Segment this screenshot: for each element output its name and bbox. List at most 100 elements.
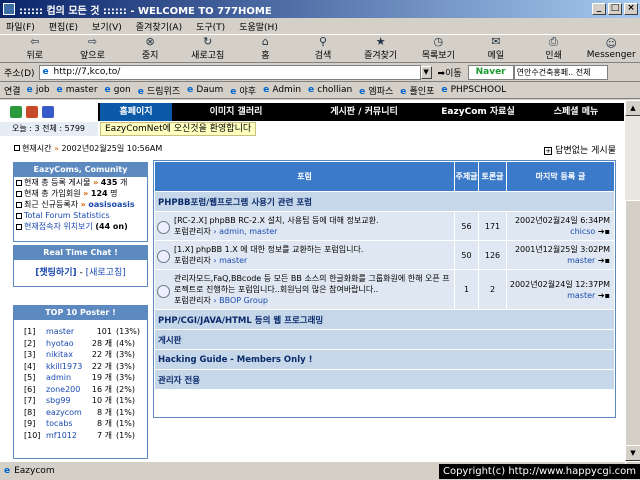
scroll-thumb[interactable]: [625, 200, 640, 480]
page-content: 홈페이지 이미지 갤러리 게시판 / 커뮤니티 EazyCom 자료실 스페셜 …: [0, 100, 624, 461]
copyright-watermark: Copyright(c) http://www.happycgi.com: [438, 464, 640, 479]
forum-description[interactable]: [RC-2.X] phpBB RC-2.X 설치, 사용팁 등에 대해 정보교환…: [174, 215, 379, 226]
poster-name[interactable]: admin: [46, 372, 90, 384]
poster-name[interactable]: zone200: [46, 384, 90, 396]
forward-button[interactable]: ⇨ 앞으로: [64, 36, 122, 62]
link-chollian[interactable]: chollian: [308, 85, 352, 95]
menu-edit[interactable]: 편집(E): [49, 20, 78, 33]
poster-name[interactable]: hyotao: [46, 338, 90, 350]
favorites-button[interactable]: ★ 즐겨찾기: [352, 36, 410, 62]
ie-icon: [3, 3, 15, 15]
category-board[interactable]: 게시판: [154, 329, 615, 350]
scroll-up-icon[interactable]: ▲: [625, 100, 640, 116]
chat-box: Real Time Chat ! [챗팅하기] - [새로고침]: [13, 245, 148, 287]
goto-post-icon[interactable]: ➔▪: [598, 256, 610, 265]
minimize-button[interactable]: _: [592, 3, 606, 15]
link-daum[interactable]: Daum: [187, 85, 223, 95]
refresh-button[interactable]: ↻ 새로고침: [179, 36, 237, 62]
link-yahoo[interactable]: 야후: [230, 84, 257, 97]
search-icon: ⚲: [318, 35, 328, 48]
stat-forum-link[interactable]: Total Forum Statistics: [14, 210, 147, 221]
mail-icon[interactable]: [26, 106, 38, 118]
poster-name[interactable]: tocabs: [46, 418, 90, 430]
status-text: Eazycom: [14, 466, 55, 476]
poster-name[interactable]: mf1012: [46, 430, 90, 442]
naver-search-input[interactable]: 연안수건축홍페.. 전체: [513, 64, 608, 80]
chat-link[interactable]: [챗팅하기]: [35, 268, 76, 278]
category-hacking[interactable]: Hacking Guide - Members Only !: [154, 349, 615, 370]
moderator-link[interactable]: BBOP Group: [219, 296, 268, 305]
poster-name[interactable]: eazycom: [46, 407, 90, 419]
last-post: 2001년12월25일 3:02PM master ➔▪: [506, 240, 615, 270]
close-button[interactable]: ×: [624, 3, 638, 15]
search-button[interactable]: ⚲ 검색: [294, 35, 352, 62]
refresh-link[interactable]: [새로고침]: [86, 268, 126, 278]
mail-button[interactable]: ✉ 메일: [467, 35, 525, 62]
last-poster-link[interactable]: chicso: [570, 227, 595, 236]
mail-icon: ✉: [491, 35, 501, 48]
address-dropdown-icon[interactable]: ▼: [420, 65, 432, 79]
history-icon: ◷: [433, 35, 444, 48]
poster-name[interactable]: master: [46, 326, 90, 338]
moderator-link[interactable]: master: [219, 256, 247, 265]
link-admin[interactable]: Admin: [263, 85, 301, 95]
link-job[interactable]: job: [27, 85, 50, 95]
print-button[interactable]: ⎙ 인쇄: [525, 36, 583, 62]
poster-name[interactable]: kkill1973: [46, 361, 90, 373]
vertical-scrollbar[interactable]: ▲ ▼: [624, 100, 640, 480]
square-icon: [16, 224, 22, 230]
naver-logo: Naver: [467, 64, 514, 80]
link-empas[interactable]: 엠파스: [359, 84, 393, 97]
messenger-button[interactable]: ☺ Messenger: [582, 37, 640, 60]
last-poster-link[interactable]: master: [567, 291, 595, 300]
poster-row: [10] mf1012 7 개 (1%): [24, 430, 135, 442]
nav-downloads[interactable]: EazyCom 자료실: [428, 103, 528, 121]
history-button[interactable]: ◷ 목록보기: [409, 35, 467, 62]
moderator-link[interactable]: admin, master: [219, 227, 277, 236]
link-dreamwiz[interactable]: 드림위즈: [138, 84, 180, 97]
category-webprog[interactable]: PHP/CGI/JAVA/HTML 등의 웹 프로그래밍: [154, 309, 615, 330]
go-button[interactable]: ➡이동: [438, 66, 462, 79]
nav-special[interactable]: 스페셜 메뉴: [528, 103, 624, 121]
link-master[interactable]: master: [57, 85, 98, 95]
menu-file[interactable]: 파일(F): [6, 20, 35, 33]
link-gon[interactable]: gon: [105, 85, 131, 95]
link-pollinfo[interactable]: 폴인포: [400, 84, 435, 97]
stat-online-link[interactable]: 현재접속자 위치보기 (44 on): [14, 221, 147, 232]
community-box: EazyComs, Comunity 현재 총 등록 게시물 » 435 개 현…: [13, 162, 148, 242]
home-icon[interactable]: [10, 106, 22, 118]
forum-description[interactable]: 관리자모드,FaQ,BBcode 등 모든 BB 소스의 한글화화를 그룹화원에…: [174, 273, 452, 295]
home-button[interactable]: ⌂ 홈: [237, 36, 295, 62]
stop-button[interactable]: ⊗ 중지: [121, 36, 179, 62]
menu-view[interactable]: 보기(V): [92, 20, 122, 33]
last-poster-link[interactable]: master: [567, 256, 595, 265]
goto-post-icon[interactable]: ➔▪: [598, 227, 610, 236]
community-title: EazyComs, Comunity: [14, 163, 147, 177]
poster-name[interactable]: nikitax: [46, 349, 90, 361]
square-icon: [16, 202, 22, 208]
nav-board[interactable]: 게시판 / 커뮤니티: [300, 103, 428, 121]
scroll-down-icon[interactable]: ▼: [625, 445, 640, 461]
newest-user-link[interactable]: oasisoasis: [88, 200, 134, 209]
category-phpbb[interactable]: PHPBB포럼/웹프로그램 사용기 관련 포럼: [154, 191, 615, 212]
forum-row: [1.X] phpBB 1.X 에 대한 정보를 교환하는 포럼입니다. 포럼관…: [154, 240, 615, 270]
menu-tools[interactable]: 도구(T): [196, 20, 225, 33]
category-admin[interactable]: 관리자 전용: [154, 369, 615, 390]
menu-favorites[interactable]: 즐겨찾기(A): [136, 20, 182, 33]
reply-count: 171: [478, 211, 507, 241]
back-button[interactable]: ⇦ 뒤로: [6, 36, 64, 62]
top-posters-box: TOP 10 Poster ! [1] master 101 개 (13%) [2] h…: [13, 305, 148, 459]
link-phpschool[interactable]: PHPSCHOOL: [441, 85, 507, 95]
unanswered-link[interactable]: + 답변없는 게시물: [544, 143, 616, 156]
stat-newest: 최근 신규등록자 » oasisoasis: [14, 199, 147, 210]
bookmark-icon[interactable]: [42, 106, 54, 118]
nav-home[interactable]: 홈페이지: [100, 103, 172, 121]
goto-post-icon[interactable]: ➔▪: [598, 291, 610, 300]
forum-description[interactable]: [1.X] phpBB 1.X 에 대한 정보를 교환하는 포럼입니다.: [174, 244, 363, 255]
poster-name[interactable]: sbg99: [46, 395, 90, 407]
forum-table: 포럼 주제글 토론글 마지막 등록 글 PHPBB포럼/웹프로그램 사용기 관련…: [153, 160, 616, 418]
address-input[interactable]: http://7,kco,to/: [38, 64, 421, 80]
menu-help[interactable]: 도움말(H): [239, 20, 278, 33]
nav-gallery[interactable]: 이미지 갤러리: [172, 103, 300, 121]
maximize-button[interactable]: □: [608, 3, 622, 15]
